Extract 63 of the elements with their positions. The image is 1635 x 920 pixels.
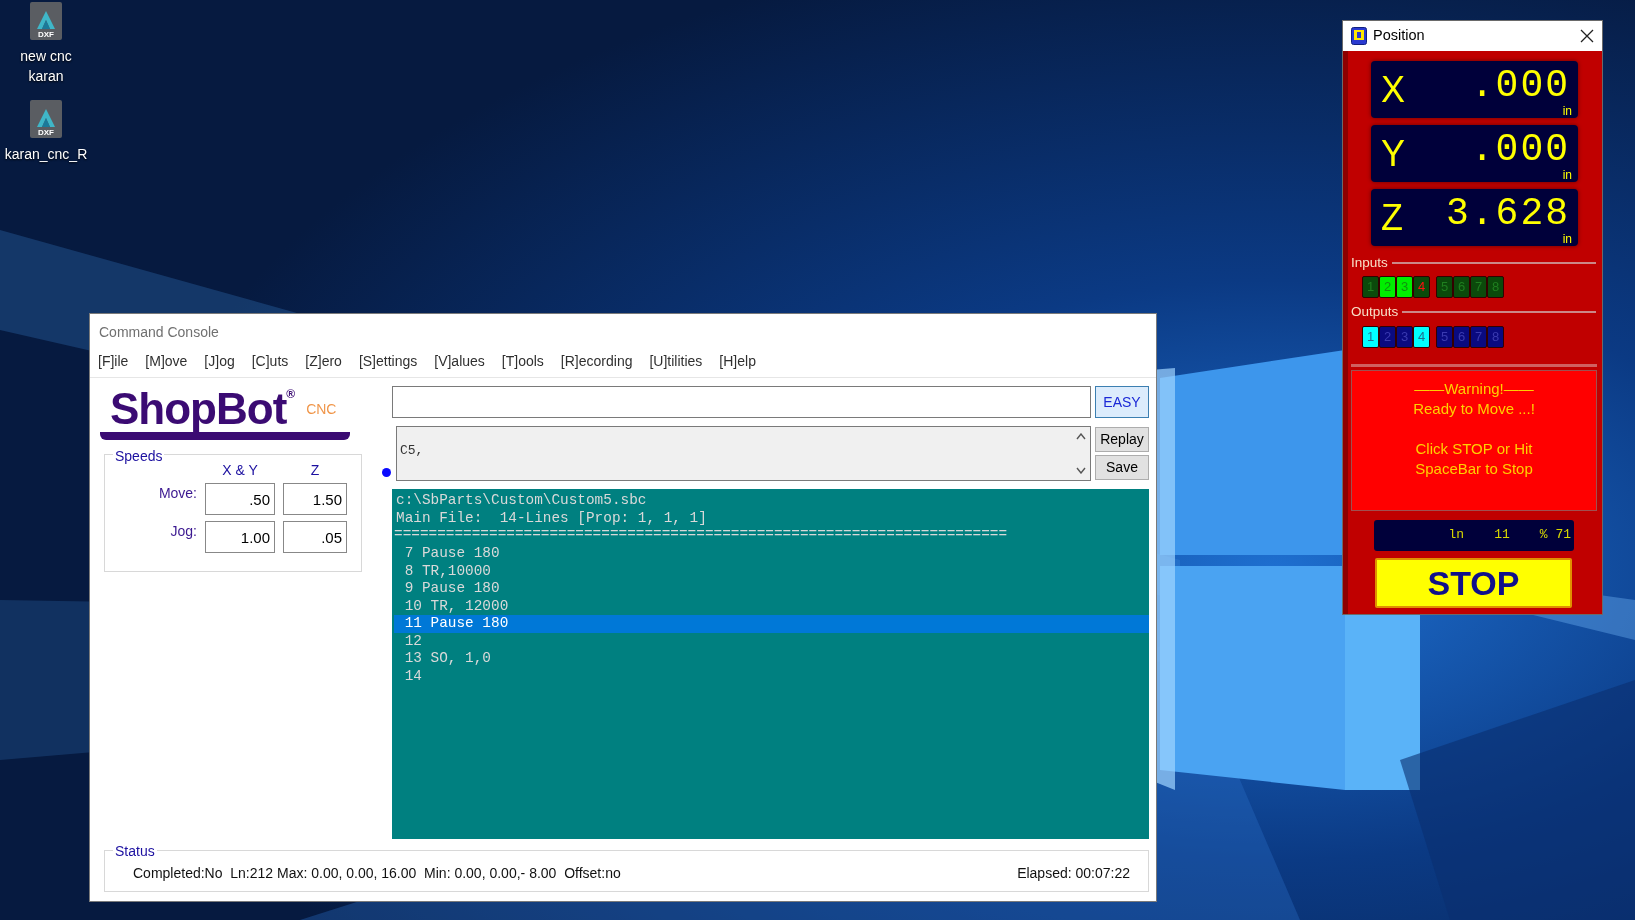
scroll-down-icon[interactable] [1076,467,1086,474]
speed-field[interactable]: 1.50 [283,483,347,515]
menu-item[interactable]: [V]alues [434,351,485,377]
app-icon [1351,27,1367,45]
easy-button[interactable]: EASY [1095,386,1149,418]
axis-label: X [1381,71,1405,108]
menu-item[interactable]: [U]tilities [649,351,703,377]
axis-label: Y [1381,135,1405,172]
unit-label: in [1562,104,1572,118]
icon-label: karan_cnc_R [4,145,88,164]
elapsed-time: Elapsed: 00:07:22 [1017,863,1130,883]
readout-text: % 71 [1539,526,1571,545]
warning-text: Click STOP or Hit SpaceBar to Stop [1414,438,1534,479]
section-label: Inputs [1351,254,1388,272]
unit-label: in [1562,232,1572,246]
window-title: Command Console [98,323,220,342]
menu-item[interactable]: [H]elp [719,351,756,377]
axis-label: Z [1381,199,1403,236]
history-line: C5, [400,442,425,460]
menu-item[interactable]: [T]ools [501,351,544,377]
logo-suffix: CNC [306,400,337,419]
history-button[interactable]: Replay [1095,427,1149,452]
menu-item[interactable]: [F]ile [98,351,129,377]
header-line: c:\SbParts\Custom\Custom5.sbc [395,492,648,510]
menu-item[interactable]: [Z]ero [305,351,342,377]
window-title: Position [1373,26,1425,46]
output-indicator: 1 [1362,325,1379,348]
field-label: Move: [157,484,197,503]
status-text: Completed:No Ln:212 Max: 0.00, 0.00, 16.00 Min: 0.00, 0.00,- 8.00 Offset:no [133,863,621,883]
close-icon[interactable] [1580,29,1594,43]
header-line: Main File: 14-Lines [Prop: 1, 1, 1] [395,509,708,527]
menu-item[interactable]: [J]og [204,351,235,377]
readout-text: ln [1448,526,1465,545]
menu-item[interactable]: [C]uts [251,351,289,377]
status-dot [382,468,391,477]
input-indicator: 2 [1379,276,1396,299]
file-icon[interactable]: DXF [30,100,62,138]
history-button[interactable]: Save [1095,455,1149,480]
section-label: Outputs [1351,303,1399,322]
field-label: Jog: [169,522,197,541]
icon-label: new cnc karan [20,47,72,86]
stop-button[interactable]: STOP [1375,557,1572,608]
input-indicator: 4 [1413,276,1430,299]
command-field[interactable] [392,386,1091,418]
output-indicator: 4 [1413,325,1430,348]
file-icon[interactable]: DXF [30,2,62,40]
speed-field[interactable]: 1.00 [205,521,275,553]
warning-text: ——Warning!—— Ready to Move ...! [1412,378,1536,419]
menu-item[interactable]: [M]ove [145,351,188,377]
menu-item[interactable]: [S]ettings [358,351,418,377]
scroll-up-icon[interactable] [1076,433,1086,440]
axis-value: .000 [1470,66,1570,105]
column-header: X & Y [221,463,259,477]
separator-line: ======================================================================= [394,527,1009,541]
speed-field[interactable]: .50 [205,483,275,515]
input-indicator: 3 [1396,276,1413,299]
axis-value: .000 [1470,130,1570,169]
column-header: Z [309,463,321,477]
readout-text: 11 [1494,526,1510,545]
axis-value: 3.628 [1445,194,1570,233]
menu-item[interactable]: [R]ecording [560,351,633,377]
unit-label: in [1562,168,1572,182]
speed-field[interactable]: .05 [283,521,347,553]
